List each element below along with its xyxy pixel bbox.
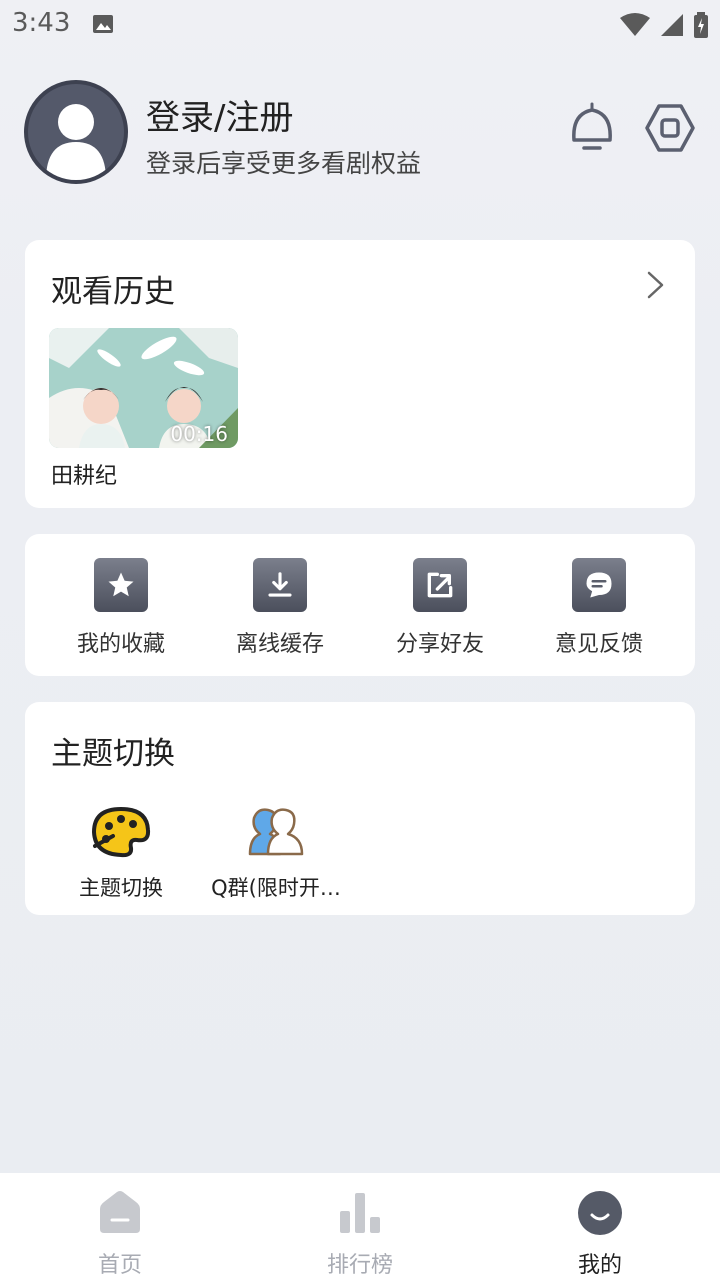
avatar-icon[interactable]	[24, 80, 128, 184]
group-icon	[248, 808, 304, 856]
bell-icon[interactable]	[566, 102, 618, 154]
battery-icon	[694, 12, 708, 38]
nav-profile-label: 我的	[577, 1253, 622, 1278]
status-bar: 3:43	[0, 0, 720, 50]
download-icon	[253, 558, 307, 612]
qq-group-button[interactable]: Q群(限时开…	[211, 806, 341, 902]
nav-ranking[interactable]: 排行榜	[300, 1189, 420, 1279]
rank-icon	[340, 1193, 380, 1233]
bottom-navigation: 首页 排行榜 我的	[0, 1173, 720, 1280]
profile-icon	[578, 1191, 622, 1235]
history-item-title[interactable]: 田耕纪	[51, 458, 117, 490]
favorites-button[interactable]: 我的收藏	[61, 558, 181, 658]
offline-cache-label: 离线缓存	[235, 632, 324, 657]
chevron-right-icon[interactable]	[645, 270, 667, 300]
login-benefit-subtitle: 登录后享受更多看剧权益	[146, 149, 422, 178]
feedback-button[interactable]: 意见反馈	[539, 558, 659, 658]
profile-header[interactable]: 登录/注册 登录后享受更多看剧权益	[24, 80, 696, 186]
history-item-thumbnail[interactable]: 00:16	[49, 328, 238, 448]
palette-icon	[92, 807, 151, 858]
watch-history-card: 观看历史 00:16 田耕纪	[25, 240, 695, 508]
nav-profile[interactable]: 我的	[540, 1189, 660, 1279]
login-register-title[interactable]: 登录/注册	[146, 90, 293, 139]
qq-group-label: Q群(限时开…	[211, 876, 341, 900]
signal-icon	[661, 14, 683, 36]
share-friends-label: 分享好友	[395, 632, 484, 657]
share-icon	[413, 558, 467, 612]
wifi-icon	[620, 13, 650, 36]
favorites-label: 我的收藏	[76, 632, 165, 657]
settings-icon[interactable]	[644, 102, 696, 154]
theme-card: 主题切换 主题切换 Q群(限时开…	[25, 702, 695, 915]
home-icon	[100, 1191, 140, 1233]
watch-history-title: 观看历史	[51, 274, 175, 310]
nav-home[interactable]: 首页	[60, 1189, 180, 1279]
quick-actions-card: 我的收藏 离线缓存 分享好友 意见反馈	[25, 534, 695, 676]
nav-ranking-label: 排行榜	[326, 1253, 393, 1278]
share-friends-button[interactable]: 分享好友	[380, 558, 500, 658]
nav-home-label: 首页	[97, 1253, 142, 1278]
theme-card-title: 主题切换	[51, 736, 175, 772]
star-icon	[94, 558, 148, 612]
image-notification-icon	[93, 15, 113, 33]
history-item-duration: 00:16	[170, 422, 228, 446]
offline-cache-button[interactable]: 离线缓存	[220, 558, 340, 658]
feedback-label: 意见反馈	[554, 632, 643, 657]
status-icons	[620, 12, 708, 38]
feedback-icon	[572, 558, 626, 612]
theme-switch-label: 主题切换	[79, 876, 163, 900]
status-time: 3:43	[12, 8, 71, 38]
theme-switch-button[interactable]: 主题切换	[56, 806, 186, 902]
